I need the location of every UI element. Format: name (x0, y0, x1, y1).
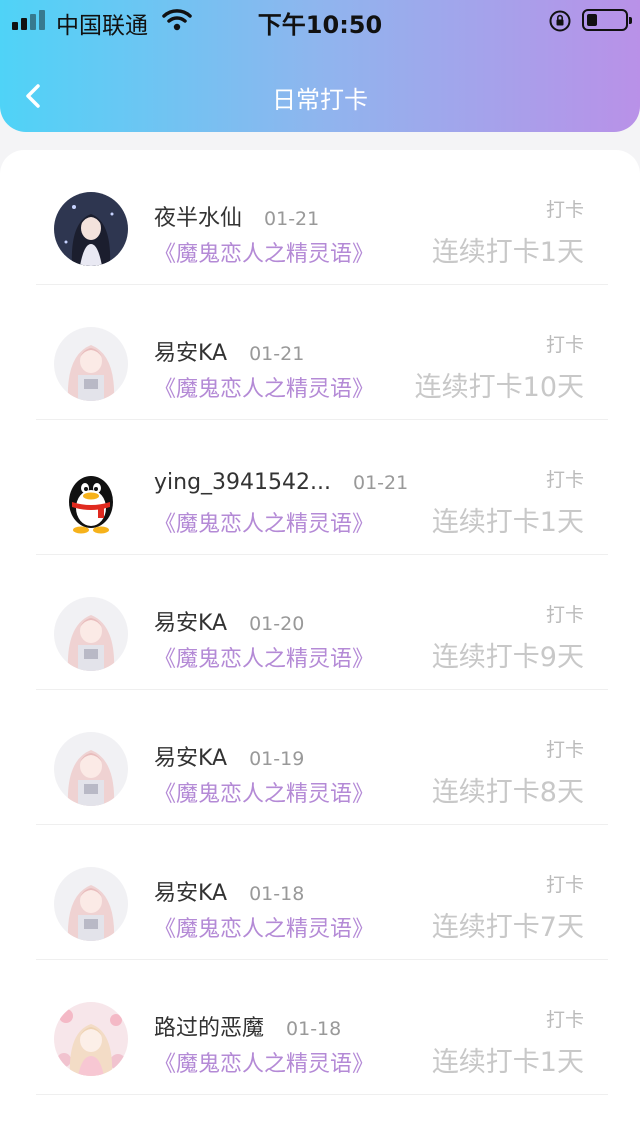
checkin-label: 打卡 (545, 334, 584, 356)
checkin-row[interactable]: 易安KA 01-20 《魔鬼恋人之精灵语》 打卡 连续打卡9天 (0, 555, 640, 690)
checkin-row[interactable]: 易安KA 01-19 《魔鬼恋人之精灵语》 打卡 连续打卡8天 (0, 690, 640, 825)
book-title[interactable]: 《魔鬼恋人之精灵语》 (154, 641, 374, 673)
avatar[interactable] (54, 732, 128, 806)
clock: 下午10:50 (257, 11, 383, 39)
checkin-date: 01-19 (249, 748, 305, 770)
book-title[interactable]: 《魔鬼恋人之精灵语》 (154, 371, 374, 403)
streak-text: 连续打卡8天 (431, 777, 584, 808)
streak-text: 连续打卡9天 (431, 642, 584, 673)
checkin-date: 01-20 (249, 613, 305, 635)
avatar[interactable] (54, 597, 128, 671)
streak-text: 连续打卡10天 (414, 372, 584, 403)
app-header: 中国联通 下午10:50 日常打卡 (0, 0, 640, 132)
divider (36, 1094, 608, 1095)
avatar[interactable] (54, 192, 128, 266)
checkin-date: 01-18 (249, 883, 305, 905)
penguin-avatar[interactable] (54, 462, 128, 536)
checkin-date: 01-18 (286, 1018, 342, 1040)
checkin-label: 打卡 (545, 199, 584, 221)
user-name: 易安KA 01-19 (154, 746, 305, 771)
book-title[interactable]: 《魔鬼恋人之精灵语》 (154, 1046, 374, 1078)
battery-icon (582, 9, 632, 31)
user-name: 易安KA 01-20 (154, 611, 305, 636)
user-name: 路过的恶魔 01-18 (154, 1016, 342, 1041)
checkin-label: 打卡 (545, 739, 584, 761)
avatar[interactable] (54, 1002, 128, 1076)
checkin-label: 打卡 (545, 874, 584, 896)
book-title[interactable]: 《魔鬼恋人之精灵语》 (154, 506, 374, 538)
checkin-row[interactable]: 易安KA 01-18 《魔鬼恋人之精灵语》 打卡 连续打卡7天 (0, 825, 640, 960)
avatar[interactable] (54, 867, 128, 941)
checkin-row[interactable]: ying_3941542... 01-21 《魔鬼恋人之精灵语》 打卡 连续打卡1… (0, 420, 640, 555)
checkin-row[interactable]: 夜半水仙 01-21 《魔鬼恋人之精灵语》 打卡 连续打卡1天 (0, 150, 640, 285)
user-name: ying_3941542... 01-21 (154, 470, 409, 495)
streak-text: 连续打卡1天 (431, 237, 584, 268)
streak-text: 连续打卡1天 (431, 507, 584, 538)
book-title[interactable]: 《魔鬼恋人之精灵语》 (154, 236, 374, 268)
user-name: 夜半水仙 01-21 (154, 206, 320, 231)
checkin-row[interactable]: 易安KA 01-21 《魔鬼恋人之精灵语》 打卡 连续打卡10天 (0, 285, 640, 420)
streak-text: 连续打卡7天 (431, 912, 584, 943)
checkin-label: 打卡 (545, 469, 584, 491)
checkin-label: 打卡 (545, 1009, 584, 1031)
streak-text: 连续打卡1天 (431, 1047, 584, 1078)
book-title[interactable]: 《魔鬼恋人之精灵语》 (154, 911, 374, 943)
user-name: 易安KA 01-21 (154, 341, 305, 366)
checkin-date: 01-21 (353, 472, 409, 494)
checkin-date: 01-21 (249, 343, 305, 365)
avatar[interactable] (54, 327, 128, 401)
checkin-label: 打卡 (545, 604, 584, 626)
orientation-lock-icon (549, 10, 571, 32)
checkin-list: 夜半水仙 01-21 《魔鬼恋人之精灵语》 打卡 连续打卡1天 易安KA 01-21… (0, 150, 640, 1136)
user-name: 易安KA 01-18 (154, 881, 305, 906)
checkin-date: 01-21 (264, 208, 320, 230)
book-title[interactable]: 《魔鬼恋人之精灵语》 (154, 776, 374, 808)
checkin-row[interactable]: 路过的恶魔 01-18 《魔鬼恋人之精灵语》 打卡 连续打卡1天 (0, 960, 640, 1095)
status-bar: 中国联通 下午10:50 (0, 0, 640, 40)
page-title: 日常打卡 (272, 86, 368, 114)
